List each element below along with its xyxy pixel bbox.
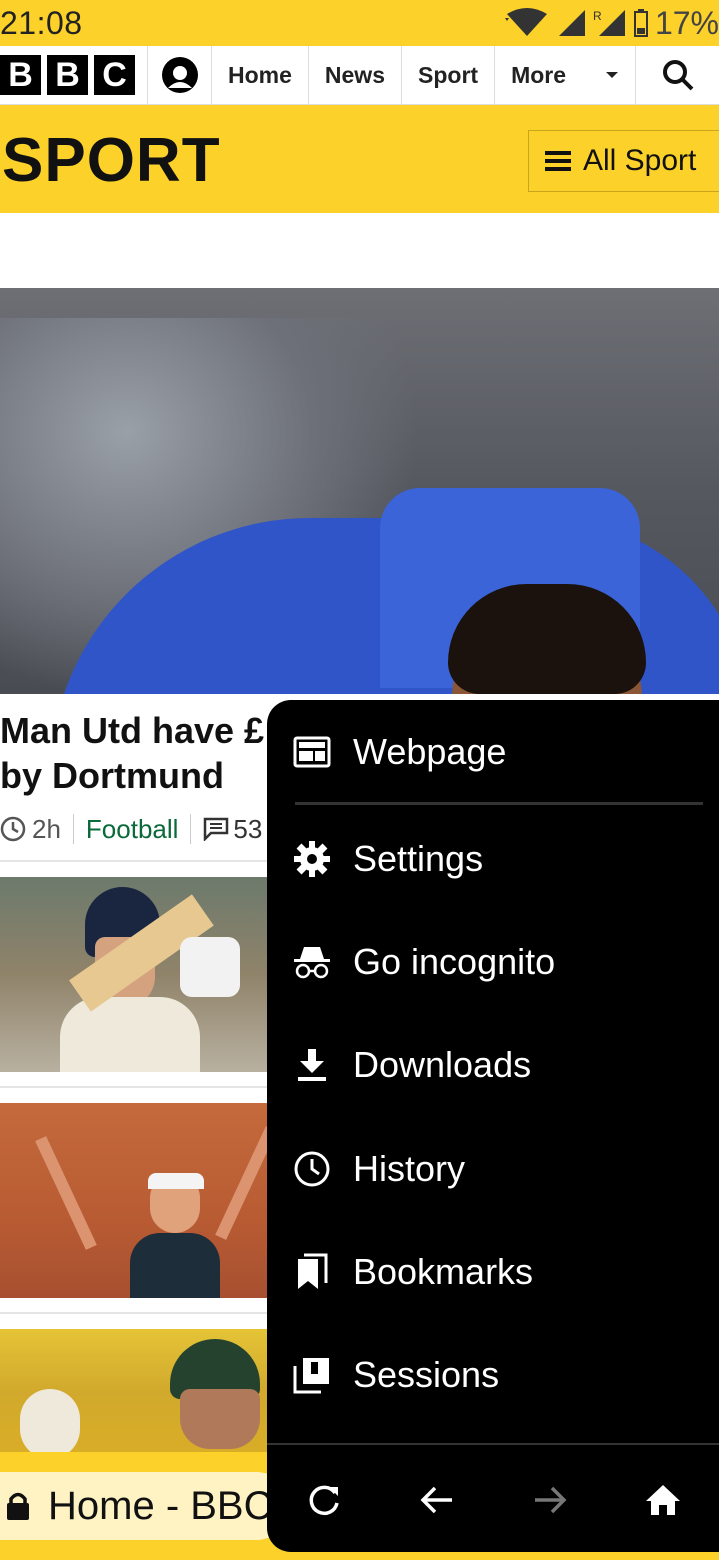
- cricket-glove: [180, 937, 240, 997]
- story-thumbnail-cricket[interactable]: [0, 877, 267, 1072]
- clock-icon: [291, 1148, 333, 1190]
- bbc-logo[interactable]: B B C: [0, 45, 148, 105]
- menu-divider: [267, 1443, 719, 1445]
- reload-button[interactable]: [294, 1470, 354, 1530]
- hero-player-hair: [448, 584, 646, 694]
- url-field[interactable]: Home - BBC: [0, 1472, 290, 1540]
- tennis-visor: [148, 1173, 204, 1189]
- home-button[interactable]: [633, 1470, 693, 1530]
- menu-item-history[interactable]: History: [291, 1139, 465, 1199]
- incognito-icon: [291, 941, 333, 983]
- story-thumbnail-tennis[interactable]: [0, 1103, 267, 1298]
- webpage-icon: [291, 731, 333, 773]
- back-button[interactable]: [407, 1470, 467, 1530]
- nfl-face: [180, 1389, 260, 1449]
- meta-divider: [190, 814, 192, 844]
- headline-line-2: by Dortmund: [0, 755, 224, 796]
- nav-more-label: More: [511, 61, 567, 88]
- status-icons: R 17%: [503, 5, 719, 42]
- article-headline[interactable]: Man Utd have £ by Dortmund: [0, 708, 280, 798]
- status-bar: 21:08 R 17%: [0, 0, 719, 46]
- menu-item-webpage[interactable]: Webpage: [291, 722, 506, 782]
- forward-arrow-icon: [534, 1486, 566, 1514]
- download-icon: [291, 1044, 333, 1086]
- menu-item-downloads[interactable]: Downloads: [291, 1035, 531, 1095]
- hamburger-icon: [545, 151, 571, 171]
- nav-news-link[interactable]: News: [309, 45, 402, 105]
- status-time: 21:08: [0, 4, 83, 41]
- bbc-logo-letter: B: [47, 55, 88, 95]
- article-meta: 2h Football 53: [0, 810, 280, 848]
- hero-image[interactable]: [0, 288, 719, 694]
- article-comments-count[interactable]: 53: [233, 814, 262, 845]
- menu-nav-bar: [267, 1470, 719, 1530]
- menu-item-label: Settings: [353, 838, 484, 879]
- menu-item-settings[interactable]: Settings: [291, 829, 483, 889]
- tennis-arm-left: [35, 1136, 97, 1250]
- menu-item-label: Go incognito: [353, 941, 556, 982]
- back-arrow-icon: [420, 1486, 452, 1514]
- signal-icon: [558, 10, 585, 36]
- meta-divider: [72, 814, 74, 844]
- clock-icon: [0, 816, 26, 842]
- battery-icon: [633, 9, 648, 37]
- article-category-link[interactable]: Football: [86, 814, 179, 845]
- nav-home-link[interactable]: Home: [212, 45, 309, 105]
- story-divider: [0, 1086, 270, 1088]
- sport-header: SPORT All Sport: [0, 105, 719, 213]
- screen: 21:08 R 17% B B C Home News Sport More S…: [0, 0, 719, 1560]
- bbc-top-nav: B B C Home News Sport More: [0, 45, 719, 105]
- battery-percent: 17%: [654, 4, 719, 41]
- gear-icon: [291, 838, 333, 880]
- story-thumbnail-nfl[interactable]: [0, 1329, 267, 1454]
- menu-item-label: History: [353, 1148, 466, 1189]
- menu-item-go-incognito[interactable]: Go incognito: [291, 932, 555, 992]
- menu-item-sessions[interactable]: Sessions: [291, 1345, 499, 1405]
- tennis-arm-right: [215, 1126, 267, 1240]
- menu-item-label: Webpage: [353, 731, 507, 772]
- article-time: 2h: [32, 813, 61, 844]
- account-button[interactable]: [148, 45, 212, 105]
- sessions-icon: [291, 1354, 333, 1396]
- search-icon: [662, 60, 693, 91]
- account-icon: [161, 57, 198, 93]
- sport-title[interactable]: SPORT: [2, 125, 221, 196]
- menu-divider: [295, 802, 703, 805]
- bbc-logo-letter: C: [94, 55, 135, 95]
- reload-icon: [309, 1485, 339, 1516]
- menu-item-label: Bookmarks: [353, 1251, 534, 1292]
- chevron-down-icon: [606, 72, 619, 78]
- all-sport-label: All Sport: [583, 144, 697, 177]
- home-icon: [645, 1485, 680, 1515]
- story-divider: [0, 1312, 270, 1314]
- forward-button[interactable]: [520, 1470, 580, 1530]
- cricket-shirt: [60, 997, 200, 1072]
- bbc-logo-letter: B: [0, 55, 41, 95]
- lock-icon: [7, 1492, 29, 1520]
- wifi-icon: [504, 8, 547, 36]
- svg-text:R: R: [593, 9, 602, 23]
- signal-roaming-icon: R: [593, 9, 625, 36]
- menu-item-label: Downloads: [353, 1044, 532, 1085]
- search-button[interactable]: [636, 46, 719, 105]
- all-sport-button[interactable]: All Sport: [528, 130, 719, 192]
- nfl-other-player: [20, 1389, 80, 1454]
- bookmark-icon: [291, 1251, 333, 1293]
- nav-sport-link[interactable]: Sport: [402, 45, 496, 105]
- menu-item-label: Sessions: [353, 1354, 500, 1395]
- browser-overflow-menu: Webpage Settings Go incognito Downloads: [267, 700, 719, 1552]
- comment-icon: [204, 817, 229, 841]
- headline-line-1: Man Utd have £: [0, 710, 265, 751]
- article-divider: [0, 860, 270, 862]
- tennis-top: [130, 1233, 220, 1298]
- menu-item-bookmarks[interactable]: Bookmarks: [291, 1242, 533, 1302]
- nav-more-button[interactable]: More: [495, 45, 637, 105]
- url-text: Home - BBC: [48, 1483, 273, 1528]
